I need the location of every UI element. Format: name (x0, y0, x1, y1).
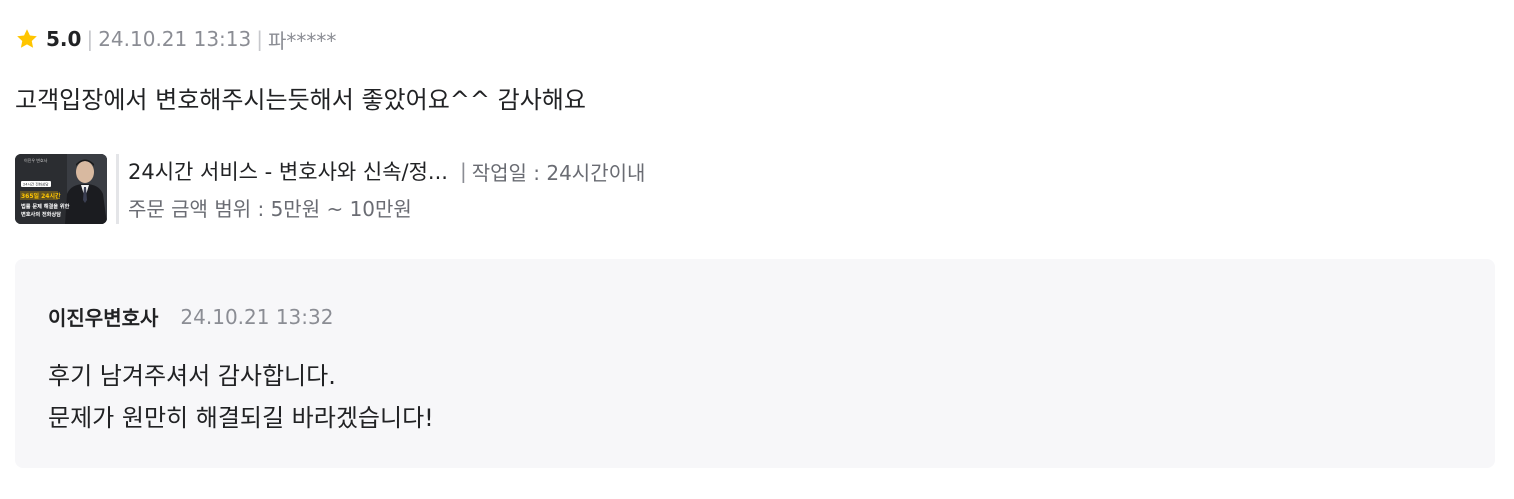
thumb-highlight: 365일 24시간 (21, 192, 61, 200)
thumbnail-image: 이진우 변호사 24시간 전화상담 365일 24시간 법률 문제 해결을 위한… (15, 154, 107, 224)
thumb-line2: 변호사의 전화상담 (21, 210, 61, 218)
review-date: 24.10.21 13:13 (98, 27, 252, 51)
thumb-badge: 24시간 전화상담 (23, 182, 49, 187)
product-info: 24시간 서비스 - 변호사와 신속/정... | 작업일 : 24시간이내 주… (128, 154, 645, 224)
rating-score: 5.0 (46, 27, 82, 51)
reply-date: 24.10.21 13:32 (180, 304, 334, 329)
review-meta: 5.0 | 24.10.21 13:13 | 파***** (15, 25, 336, 53)
price-range: 주문 금액 범위 : 5만원 ~ 10만원 (128, 197, 412, 221)
reply-text-line: 문제가 원만히 해결되길 바라겠습니다! (48, 404, 434, 432)
product-separator: | (459, 159, 467, 183)
meta-separator: | (256, 27, 263, 51)
seller-reply: 이진우변호사 24.10.21 13:32 후기 남겨주셔서 감사합니다. 문제… (15, 259, 1495, 468)
star-icon (17, 29, 37, 48)
product-title-link[interactable]: 24시간 서비스 - 변호사와 신속/정... (128, 156, 448, 186)
product-summary[interactable]: 이진우 변호사 24시간 전화상담 365일 24시간 법률 문제 해결을 위한… (15, 154, 645, 224)
review-card: 5.0 | 24.10.21 13:13 | 파***** 고객입장에서 변호해… (0, 0, 1514, 499)
product-line: 24시간 서비스 - 변호사와 신속/정... | 작업일 : 24시간이내 (128, 156, 645, 186)
review-username: 파***** (268, 28, 337, 53)
reply-text-line: 후기 남겨주셔서 감사합니다. (48, 362, 336, 390)
product-thumbnail[interactable]: 이진우 변호사 24시간 전화상담 365일 24시간 법률 문제 해결을 위한… (15, 154, 107, 224)
work-period: 작업일 : 24시간이내 (471, 160, 646, 185)
review-text: 고객입장에서 변호해주시는듯해서 좋았어요^^ 감사해요 (15, 86, 586, 114)
reply-author: 이진우변호사 (48, 306, 159, 330)
meta-separator: | (86, 27, 94, 51)
thumb-line1: 법률 문제 해결을 위한 (21, 202, 70, 210)
product-divider (116, 154, 119, 224)
reply-header: 이진우변호사 24.10.21 13:32 (48, 302, 333, 331)
thumb-small-label: 이진우 변호사 (24, 157, 48, 163)
